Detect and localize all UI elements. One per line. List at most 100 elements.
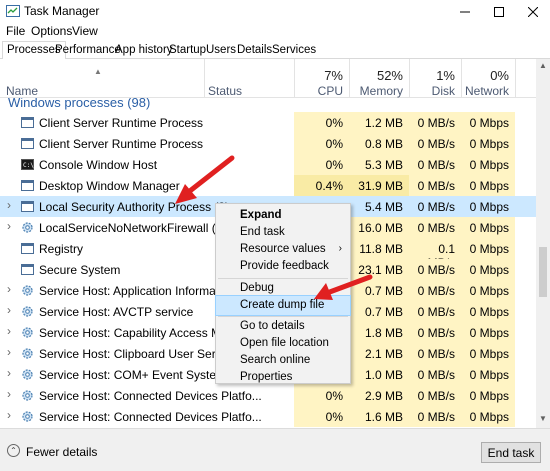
network-cell: 0 Mbps: [461, 301, 515, 322]
close-button[interactable]: [516, 0, 550, 23]
memory-cell: 5.4 MB: [364, 200, 403, 214]
disk-cell: 0 MB/s: [409, 364, 461, 385]
scroll-up-icon[interactable]: ▲: [539, 61, 547, 70]
gear-icon: [21, 326, 34, 339]
column-name[interactable]: Name: [6, 84, 38, 98]
process-name: Local Security Authority Process (3): [39, 200, 230, 214]
expand-chevron-icon[interactable]: ›: [7, 387, 11, 401]
network-cell: 0 Mbps: [469, 200, 509, 214]
disk-cell: 0 MB/s: [417, 200, 455, 214]
memory-cell: 2.1 MB: [349, 343, 409, 364]
disk-total: 1%: [436, 68, 455, 83]
gear-icon: [21, 389, 34, 402]
console-icon: C:\: [21, 158, 34, 171]
process-name: Secure System: [39, 263, 121, 277]
window-icon: [21, 116, 34, 129]
cpu-cell: 0%: [294, 133, 349, 154]
tab-bar: Processes Performance App history Startu…: [0, 40, 550, 60]
menu-item-label: Properties: [240, 371, 293, 383]
table-row[interactable]: C:\ Console Window Host 0% 5.3 MB 0 MB/s 0 Mb…: [0, 154, 536, 175]
submenu-arrow-icon: ›: [338, 243, 342, 254]
menu-bar: File Options View: [0, 23, 550, 40]
menu-item-label: Expand: [240, 209, 282, 221]
expand-chevron-icon[interactable]: ›: [7, 303, 11, 317]
vertical-scrollbar[interactable]: ▲ ▼: [536, 59, 550, 428]
expand-chevron-icon[interactable]: ›: [7, 345, 11, 359]
memory-cell: 0.8 MB: [349, 133, 409, 154]
scroll-thumb[interactable]: [539, 247, 547, 297]
expand-chevron-icon[interactable]: ›: [7, 198, 11, 212]
window-icon: [21, 200, 34, 213]
maximize-button[interactable]: [482, 0, 516, 23]
menu-item-label: Provide feedback: [240, 260, 329, 272]
group-header: Windows processes (98): [0, 98, 536, 110]
expand-chevron-icon[interactable]: ›: [7, 324, 11, 338]
disk-cell: 0 MB/s: [409, 343, 461, 364]
end-task-button[interactable]: End task: [481, 442, 541, 463]
table-row[interactable]: › Service Host: Connected Devices Platfo.…: [0, 385, 536, 406]
column-disk[interactable]: 1% Disk: [409, 59, 461, 98]
memory-cell: 0.7 MB: [349, 301, 409, 322]
table-row[interactable]: Desktop Window Manager 0.4% 31.9 MB 0 MB/s 0…: [0, 175, 536, 196]
network-cell: 0 Mbps: [461, 364, 515, 385]
process-name: Registry: [39, 242, 84, 256]
disk-cell: 0 MB/s: [409, 154, 461, 175]
cpu-cell: 0%: [294, 406, 349, 427]
expand-chevron-icon[interactable]: ›: [7, 282, 11, 296]
table-row[interactable]: Client Server Runtime Process 0% 0.8 MB 0 M…: [0, 133, 536, 154]
memory-cell: 1.8 MB: [349, 322, 409, 343]
expand-chevron-icon[interactable]: ›: [7, 366, 11, 380]
disk-label: Disk: [431, 84, 455, 98]
menu-item-properties[interactable]: Properties: [216, 368, 350, 387]
memory-cell: 23.1 MB: [349, 259, 409, 280]
process-name: Service Host: COM+ Event System: [39, 368, 227, 382]
process-name: Service Host: Application Information: [39, 284, 236, 298]
network-total: 0%: [490, 68, 509, 83]
fewer-details-link[interactable]: Fewer details: [26, 445, 97, 459]
expand-chevron-icon[interactable]: ›: [7, 408, 11, 422]
cpu-cell: 0%: [294, 385, 349, 406]
menu-item-label: Open file location: [240, 337, 329, 349]
window-icon: [21, 263, 34, 276]
chevron-up-icon[interactable]: ⌃: [7, 444, 20, 457]
cpu-label: CPU: [317, 84, 343, 98]
memory-cell: 1.6 MB: [349, 406, 409, 427]
minimize-button[interactable]: [448, 0, 482, 23]
menu-file[interactable]: File: [6, 24, 25, 38]
memory-cell: 16.0 MB: [349, 217, 409, 238]
memory-total: 52%: [376, 68, 403, 83]
process-name: Service Host: AVCTP service: [39, 305, 194, 319]
cpu-cell: 0%: [294, 154, 349, 175]
window-icon: [21, 242, 34, 255]
memory-label: Memory: [359, 84, 403, 98]
disk-cell: 0 MB/s: [409, 133, 461, 154]
memory-cell: 1.2 MB: [349, 112, 409, 133]
menu-view[interactable]: View: [72, 24, 98, 38]
gear-icon: [21, 284, 34, 297]
menu-item-create-dump-file[interactable]: Create dump file: [215, 295, 351, 316]
column-divider: [204, 59, 205, 98]
disk-cell: 0 MB/s: [409, 259, 461, 280]
expand-chevron-icon[interactable]: ›: [7, 219, 11, 233]
table-row[interactable]: Client Server Runtime Process 0% 1.2 MB 0 M…: [0, 112, 536, 133]
gear-icon: [21, 368, 34, 381]
table-row[interactable]: › Service Host: Connected Devices Platfo.…: [0, 406, 536, 427]
scroll-down-icon[interactable]: ▼: [539, 414, 547, 423]
disk-cell: 0 MB/s: [409, 280, 461, 301]
menu-item-provide-feedback[interactable]: Provide feedback: [216, 257, 350, 276]
column-status[interactable]: Status: [208, 84, 242, 98]
column-cpu[interactable]: 7% CPU: [294, 59, 349, 98]
memory-cell: 1.0 MB: [349, 364, 409, 385]
column-network[interactable]: 0% Network: [461, 59, 515, 98]
column-memory[interactable]: 52% Memory: [349, 59, 409, 98]
process-name: Client Server Runtime Process: [39, 137, 204, 151]
memory-cell: 0.7 MB: [349, 280, 409, 301]
disk-cell: 0 MB/s: [409, 406, 461, 427]
network-cell: 0 Mbps: [461, 133, 515, 154]
gear-icon: [21, 410, 34, 423]
menu-item-label: Debug: [240, 282, 274, 294]
sort-up-icon: ▲: [94, 67, 102, 76]
menu-options[interactable]: Options: [31, 24, 72, 38]
tab-services[interactable]: Services: [267, 41, 321, 59]
group-title: Windows processes (98): [8, 98, 151, 110]
